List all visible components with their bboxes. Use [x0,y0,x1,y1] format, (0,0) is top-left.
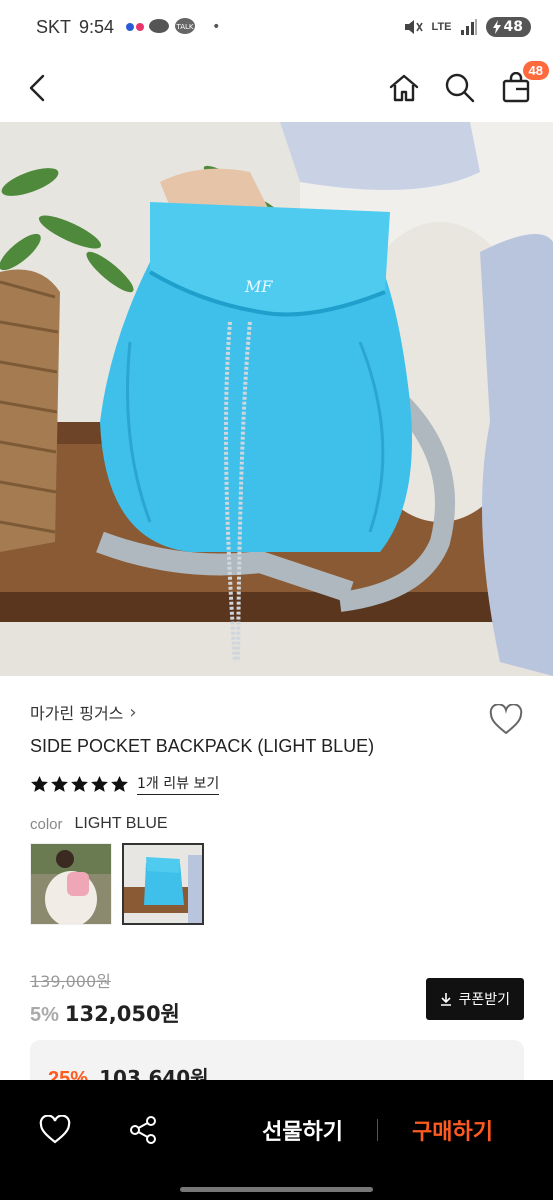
star-icon [71,775,88,792]
status-right: LTE 48 [402,17,531,37]
flickr-icon-dot [136,23,145,31]
chevron-left-icon [29,74,45,102]
network-type: LTE [431,20,452,33]
brand-name: 마가린 핑거스 [30,704,124,723]
bottom-wishlist-button[interactable] [38,1113,72,1147]
mute-icon [404,20,423,34]
back-button[interactable] [20,71,54,105]
gift-button[interactable]: 선물하기 [262,1114,343,1146]
chat-bubble-icon [149,19,170,33]
home-icon [389,74,419,102]
cart-button[interactable]: 48 [499,61,549,105]
rating-row: 1개 리뷰 보기 [30,773,524,795]
svg-text:TALK: TALK [176,23,194,31]
bottom-actions: 선물하기 구매하기 [0,1080,553,1180]
rating-stars [30,775,129,794]
status-bar: SKT 9:54 TALK • LTE 48 [0,0,553,54]
product-name: SIDE POCKET BACKPACK (LIGHT BLUE) [30,736,375,756]
flickr-icon [126,23,135,31]
star-icon [51,775,68,792]
star-icon [91,775,108,792]
brand-link[interactable]: 마가린 핑거스 › [30,700,524,724]
heart-icon [39,1115,71,1144]
signal-icon [460,19,477,35]
cart-count-badge: 48 [522,61,549,80]
color-row: color LIGHT BLUE [30,815,524,833]
carrier-label: SKT [36,16,72,37]
search-button[interactable] [443,71,477,105]
clock: 9:54 [79,16,115,37]
heart-icon [489,703,523,735]
status-left: SKT 9:54 TALK • [36,17,220,38]
coupon-label: 쿠폰받기 [458,992,510,1008]
coupon-button[interactable]: 쿠폰받기 [426,978,524,1020]
notification-icons: TALK [126,18,196,36]
product-info: 마가린 핑거스 › SIDE POCKET BACKPACK (LIGHT BL… [30,700,524,925]
chevron-right-icon: › [129,701,137,723]
product-image[interactable]: MF [0,122,553,676]
nav-actions: 48 [387,61,549,105]
review-link[interactable]: 1개 리뷰 보기 [137,773,220,795]
home-button[interactable] [387,71,421,105]
swatch-light-blue-photo [124,845,202,923]
share-button[interactable] [126,1113,160,1147]
swatch-light-blue[interactable] [122,843,204,925]
talk-icon: TALK [175,18,196,34]
battery-indicator: 48 [485,17,531,37]
discount-rate: 5% [30,1004,59,1026]
color-swatches [30,843,524,925]
charging-bolt-icon [492,20,501,34]
star-icon [31,775,48,792]
home-indicator[interactable] [180,1187,373,1192]
wishlist-button[interactable] [488,703,524,740]
search-icon [445,73,475,103]
download-icon [441,993,452,1006]
sale-price: 132,050원 [64,1002,180,1026]
battery-level: 48 [503,19,523,35]
star-icon [111,775,128,792]
more-notifications-dot: • [212,19,221,35]
color-label: color [30,815,63,833]
top-nav: 48 [0,54,553,122]
swatch-pink-photo [31,844,111,924]
buy-button[interactable]: 구매하기 [412,1114,493,1146]
divider [377,1119,379,1141]
price-block: 139,000원 5% 132,050원 쿠폰받기 [30,968,524,1028]
bottom-action-bar: 선물하기 구매하기 [0,1080,553,1200]
backpack-photo: MF [0,122,553,676]
share-icon [130,1116,156,1144]
svg-text:MF: MF [244,277,273,296]
color-value: LIGHT BLUE [74,815,168,832]
swatch-pink[interactable] [30,843,112,925]
